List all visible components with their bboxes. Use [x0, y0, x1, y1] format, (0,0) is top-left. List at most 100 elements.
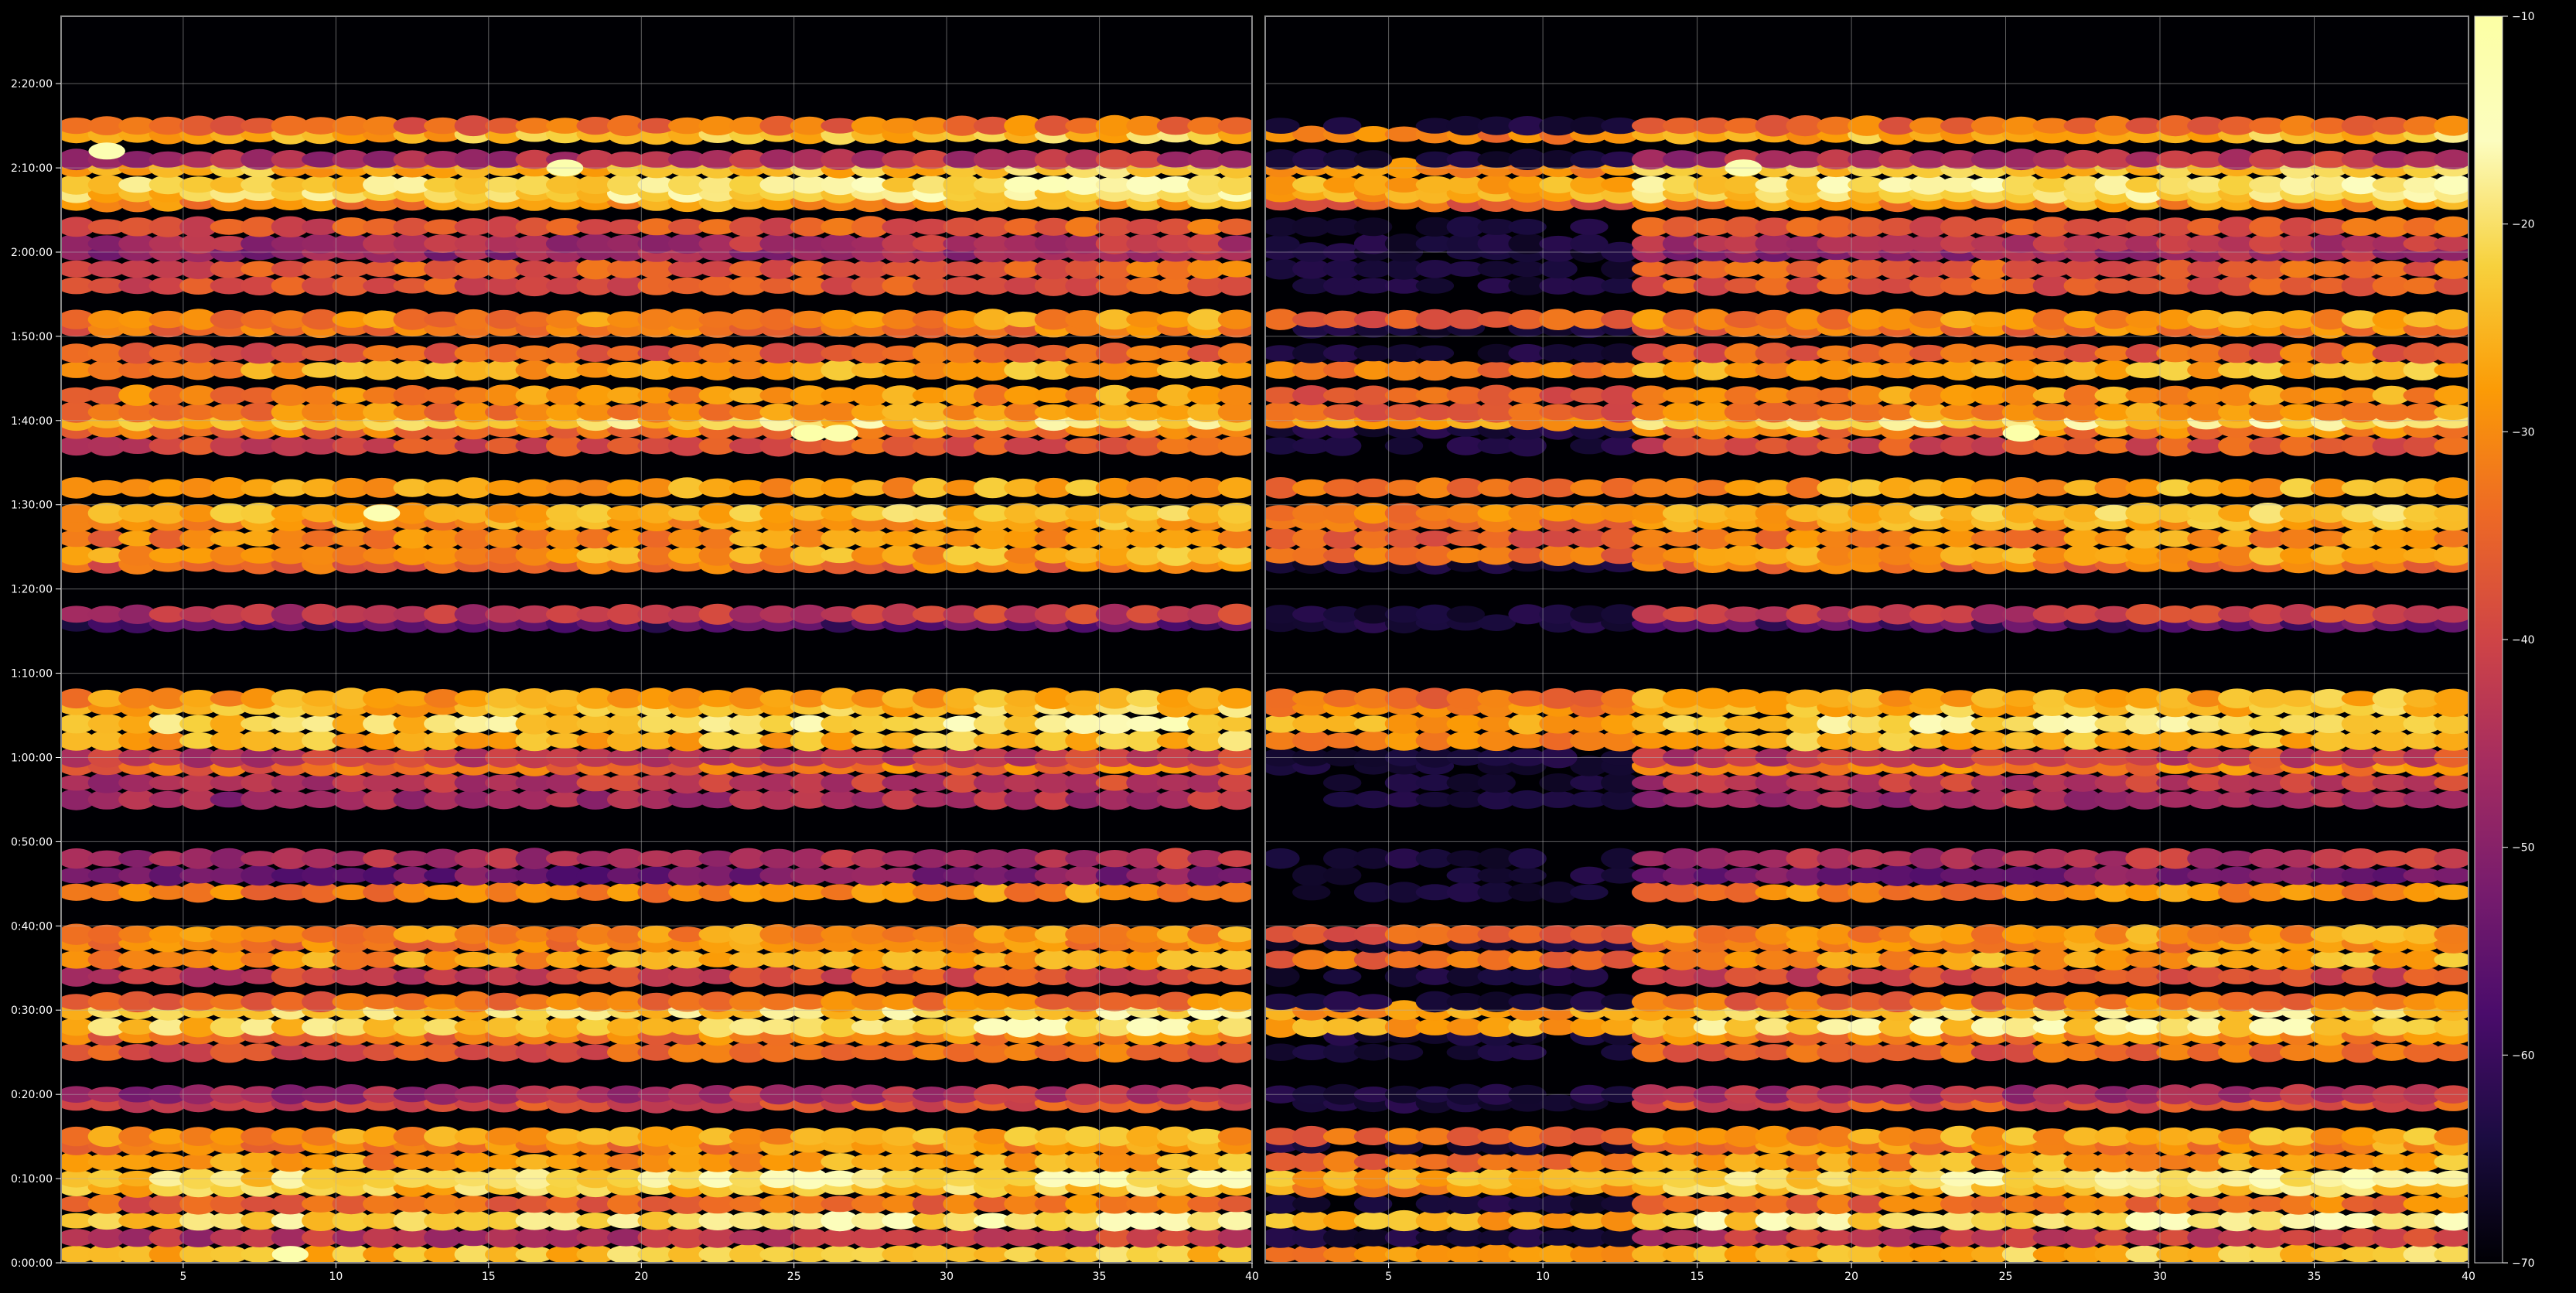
heatmap-cell	[1217, 882, 1252, 902]
heatmap-cell	[2434, 343, 2469, 364]
heatmap-cell	[2434, 174, 2469, 195]
heatmap-cell	[1508, 1044, 1547, 1060]
colorbar-tick-label: −70	[2512, 1257, 2535, 1270]
heatmap-cell	[1384, 1044, 1424, 1061]
heatmap-cell	[1217, 275, 1252, 296]
heatmap-cell	[2434, 544, 2469, 566]
heatmap-cell	[2434, 867, 2469, 884]
heatmap-cell	[2434, 362, 2469, 378]
colorbar-tick-label: −10	[2512, 11, 2535, 23]
y-tick-label: 0:00:00	[11, 1257, 53, 1270]
heatmap-cell	[1539, 259, 1578, 279]
heatmap-cell	[1508, 867, 1547, 884]
heatmap-cell	[1217, 687, 1252, 709]
heatmap-cell	[1217, 991, 1252, 1012]
heatmap-cell	[1217, 503, 1252, 524]
heatmap-cell	[2434, 1153, 2469, 1171]
heatmap-cell	[1323, 968, 1362, 985]
heatmap-cell	[1570, 234, 1609, 254]
colorbar-gradient	[2474, 15, 2503, 1264]
heatmap-cell	[1217, 1041, 1252, 1063]
heatmap-cell	[2434, 848, 2469, 868]
colorbar-tick-label: −20	[2512, 219, 2535, 231]
heatmap-cell	[1415, 345, 1455, 362]
heatmap-cell	[1570, 884, 1609, 901]
y-tick-label: 2:10:00	[11, 162, 53, 175]
heatmap-cell	[2434, 309, 2469, 330]
x-tick-label: 30	[2153, 1271, 2167, 1283]
heatmap-cell	[1323, 117, 1362, 135]
heatmap-cell	[2434, 924, 2469, 944]
heatmap-cell-highlight	[271, 1246, 309, 1263]
x-tick-label: 20	[1844, 1271, 1858, 1283]
heatmap-cell	[2434, 258, 2469, 279]
heatmap-cell	[1217, 867, 1252, 884]
heatmap-cell	[1217, 1196, 1252, 1213]
heatmap-cell	[1217, 789, 1252, 810]
heatmap-cell-highlight	[363, 504, 401, 522]
heatmap-panel-right	[1264, 15, 2469, 1264]
heatmap-cell	[2434, 276, 2469, 295]
x-tick-label: 10	[329, 1271, 343, 1283]
heatmap-cell	[1477, 773, 1516, 793]
y-tick-label: 0:40:00	[11, 920, 53, 933]
heatmap-cell	[1217, 546, 1252, 565]
heatmap-cell	[1217, 477, 1252, 499]
heatmap-cell	[1217, 309, 1252, 329]
x-tick-label: 5	[179, 1271, 186, 1283]
x-tick-label: 35	[1093, 1271, 1107, 1283]
heatmap-cell	[1265, 235, 1300, 252]
heatmap-cell	[2434, 951, 2469, 968]
heatmap-cell	[2434, 477, 2469, 499]
heatmap-cell	[1217, 150, 1252, 169]
heatmap-cell	[1217, 1211, 1252, 1230]
y-tick-label: 1:10:00	[11, 668, 53, 681]
heatmap-cell	[1265, 848, 1300, 869]
x-tick-label: 10	[1536, 1271, 1550, 1283]
x-tick-label: 5	[1385, 1271, 1392, 1283]
heatmap-cell	[1217, 235, 1252, 252]
heatmap-cell	[1217, 435, 1252, 456]
heatmap-cell	[1570, 218, 1609, 235]
colorbar-tick-label: −30	[2512, 426, 2535, 438]
heatmap-cell	[1415, 278, 1455, 294]
heatmap-cell	[1217, 361, 1252, 379]
heatmap-cell	[1217, 384, 1252, 406]
heatmap-cell	[1265, 966, 1300, 988]
heatmap-cell	[2434, 1245, 2469, 1263]
heatmap-panel-left	[60, 15, 1253, 1264]
heatmap-figure: 0:00:000:10:000:20:000:30:000:40:000:50:…	[11, 11, 2535, 1283]
heatmap-cell	[1217, 261, 1252, 278]
heatmap-cell	[1292, 884, 1331, 901]
heatmap-cell	[1217, 850, 1252, 867]
heatmap-cell	[2434, 1228, 2469, 1247]
heatmap-cell	[1217, 926, 1252, 943]
heatmap-cell	[1353, 217, 1393, 237]
heatmap-cell	[1217, 773, 1252, 792]
y-tick-label: 1:20:00	[11, 584, 53, 596]
heatmap-cell	[1217, 343, 1252, 363]
heatmap-cell	[2434, 1043, 2469, 1062]
colorbar-tick-label: −40	[2512, 634, 2535, 646]
heatmap-cell	[1353, 150, 1393, 169]
y-tick-label: 1:30:00	[11, 500, 53, 512]
heatmap-cell	[2434, 504, 2469, 522]
heatmap-cell	[1323, 435, 1362, 456]
x-tick-label: 40	[1245, 1271, 1259, 1283]
heatmap-cell	[1384, 437, 1424, 455]
heatmap-cell	[2434, 967, 2469, 985]
y-tick-label: 0:10:00	[11, 1173, 53, 1186]
colorbar-tick-label: −60	[2512, 1049, 2535, 1062]
colorbar-ticks: −70−60−50−40−30−20−10	[2503, 11, 2535, 1270]
heatmap-cell	[2434, 216, 2469, 237]
heatmap-cell	[2434, 529, 2469, 548]
heatmap-cell	[2434, 115, 2469, 136]
x-tick-label: 35	[2308, 1271, 2322, 1283]
y-tick-label: 0:20:00	[11, 1089, 53, 1101]
heatmap-cell	[2434, 606, 2469, 623]
heatmap-cell	[1217, 967, 1252, 985]
heatmap-cell-highlight	[2002, 425, 2040, 442]
y-tick-label: 1:00:00	[11, 752, 53, 765]
x-tick-label: 25	[1999, 1271, 2013, 1283]
x-tick-label: 15	[1691, 1271, 1704, 1283]
